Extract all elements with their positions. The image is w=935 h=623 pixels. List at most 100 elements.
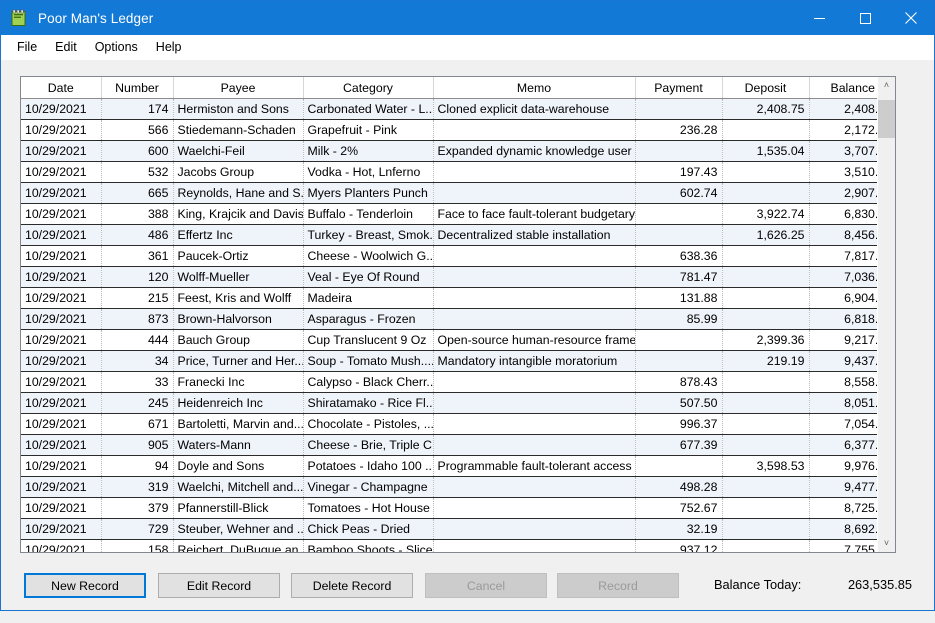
cell-deposit [722,497,810,519]
cell-deposit: 1,626.25 [722,224,810,246]
cell-balance: 8,725.07 [809,497,877,519]
cell-payee: Brown-Halvorson [173,308,304,330]
cell-memo [433,539,636,552]
cell-deposit [722,539,810,552]
cell-payee: Reichert, DuBuque an... [173,539,304,552]
minimize-button[interactable] [796,1,842,35]
cell-date: 10/29/2021 [21,497,102,519]
delete-record-button[interactable]: Delete Record [291,573,413,598]
table-row[interactable]: 10/29/2021 665 Reynolds, Hane and S... Myer… [21,182,877,204]
scrollbar-track[interactable] [878,94,895,535]
cell-payee: Pfannerstill-Blick [173,497,304,519]
cell-payee: Franecki Inc [173,371,304,393]
cell-payment: 85.99 [635,308,723,330]
cell-number: 566 [101,119,174,141]
cell-date: 10/29/2021 [21,182,102,204]
cell-deposit [722,518,810,540]
table-row[interactable]: 10/29/2021 174 Hermiston and Sons Carbonate… [21,98,877,120]
table-row[interactable]: 10/29/2021 34 Price, Turner and Her... Soup… [21,350,877,372]
cell-balance: 9,477.74 [809,476,877,498]
cell-payment: 131.88 [635,287,723,309]
menu-item-edit[interactable]: Edit [46,37,86,58]
scroll-up-arrow-icon[interactable]: ˄ [878,77,895,94]
cell-number: 486 [101,224,174,246]
edit-record-button[interactable]: Edit Record [158,573,280,598]
cell-deposit [722,413,810,435]
cell-category: Myers Planters Punch [303,182,434,204]
maximize-button[interactable] [842,1,888,35]
cell-number: 444 [101,329,174,351]
cell-category: Madeira [303,287,434,309]
table-row[interactable]: 10/29/2021 486 Effertz Inc Turkey - Breast,… [21,224,877,246]
menu-item-help[interactable]: Help [147,37,191,58]
table-row[interactable]: 10/29/2021 873 Brown-Halvorson Asparagus - … [21,308,877,330]
table-row[interactable]: 10/29/2021 905 Waters-Mann Cheese - Brie, T… [21,434,877,456]
cell-payee: Heidenreich Inc [173,392,304,414]
cell-deposit [722,392,810,414]
cell-payee: Steuber, Wehner and ... [173,518,304,540]
table-row[interactable]: 10/29/2021 444 Bauch Group Cup Translucent … [21,329,877,351]
cell-category: Chick Peas - Dried [303,518,434,540]
window-controls [796,1,934,35]
cell-balance: 8,456.33 [809,224,877,246]
cell-payment [635,329,723,351]
cell-payment: 996.37 [635,413,723,435]
cell-number: 245 [101,392,174,414]
cell-number: 600 [101,140,174,162]
cell-date: 10/29/2021 [21,140,102,162]
column-header-number[interactable]: Number [101,77,174,99]
close-button[interactable] [888,1,934,35]
new-record-button[interactable]: New Record [24,573,146,598]
scrollbar-thumb[interactable] [878,100,895,138]
table-row[interactable]: 10/29/2021 388 King, Krajcik and Davis Buff… [21,203,877,225]
column-header-deposit[interactable]: Deposit [722,77,810,99]
ledger-grid: Date Number Payee Category Memo Payment … [20,76,896,553]
cell-balance: 7,817.97 [809,245,877,267]
cell-memo [433,119,636,141]
table-row[interactable]: 10/29/2021 94 Doyle and Sons Potatoes - Ida… [21,455,877,477]
column-header-payment[interactable]: Payment [635,77,723,99]
table-row[interactable]: 10/29/2021 120 Wolff-Mueller Veal - Eye Of … [21,266,877,288]
cell-payment [635,98,723,120]
cell-memo: Expanded dynamic knowledge user [433,140,636,162]
cell-deposit: 219.19 [722,350,810,372]
menu-item-options[interactable]: Options [86,37,147,58]
cell-deposit: 3,922.74 [722,203,810,225]
column-header-memo[interactable]: Memo [433,77,636,99]
cell-number: 532 [101,161,174,183]
cell-number: 319 [101,476,174,498]
cell-payment: 677.39 [635,434,723,456]
table-row[interactable]: 10/29/2021 33 Franecki Inc Calypso - Black … [21,371,877,393]
table-row[interactable]: 10/29/2021 245 Heidenreich Inc Shiratamako … [21,392,877,414]
table-row[interactable]: 10/29/2021 729 Steuber, Wehner and ... Chic… [21,518,877,540]
column-header-balance[interactable]: Balance [809,77,877,99]
column-header-payee[interactable]: Payee [173,77,304,99]
cell-payment: 602.74 [635,182,723,204]
table-row[interactable]: 10/29/2021 361 Paucek-Ortiz Cheese - Woolwi… [21,245,877,267]
cell-memo [433,434,636,456]
cell-payment [635,350,723,372]
cell-payee: Reynolds, Hane and S... [173,182,304,204]
table-row[interactable]: 10/29/2021 566 Stiedemann-Schaden Grapefrui… [21,119,877,141]
table-row[interactable]: 10/29/2021 379 Pfannerstill-Blick Tomatoes … [21,497,877,519]
scroll-down-arrow-icon[interactable]: ˅ [878,535,895,552]
table-row[interactable]: 10/29/2021 158 Reichert, DuBuque an... Bamb… [21,539,877,552]
column-header-category[interactable]: Category [303,77,434,99]
menu-item-file[interactable]: File [8,37,46,58]
cell-memo: Face to face fault-tolerant budgetary... [433,203,636,225]
vertical-scrollbar[interactable]: ˄ ˅ [877,77,895,552]
table-row[interactable]: 10/29/2021 319 Waelchi, Mitchell and... Vin… [21,476,877,498]
column-header-date[interactable]: Date [21,77,102,99]
table-row[interactable]: 10/29/2021 532 Jacobs Group Vodka - Hot, Ln… [21,161,877,183]
table-row[interactable]: 10/29/2021 215 Feest, Kris and Wolff Madeir… [21,287,877,309]
cell-payee: Paucek-Ortiz [173,245,304,267]
cell-balance: 6,818.63 [809,308,877,330]
cell-number: 34 [101,350,174,372]
table-row[interactable]: 10/29/2021 600 Waelchi-Feil Milk - 2% Expand… [21,140,877,162]
cell-balance: 7,036.50 [809,266,877,288]
table-row[interactable]: 10/29/2021 671 Bartoletti, Marvin and... Ch… [21,413,877,435]
cell-payee: Wolff-Mueller [173,266,304,288]
cell-deposit: 3,598.53 [722,455,810,477]
cell-payment: 197.43 [635,161,723,183]
cell-payee: Feest, Kris and Wolff [173,287,304,309]
